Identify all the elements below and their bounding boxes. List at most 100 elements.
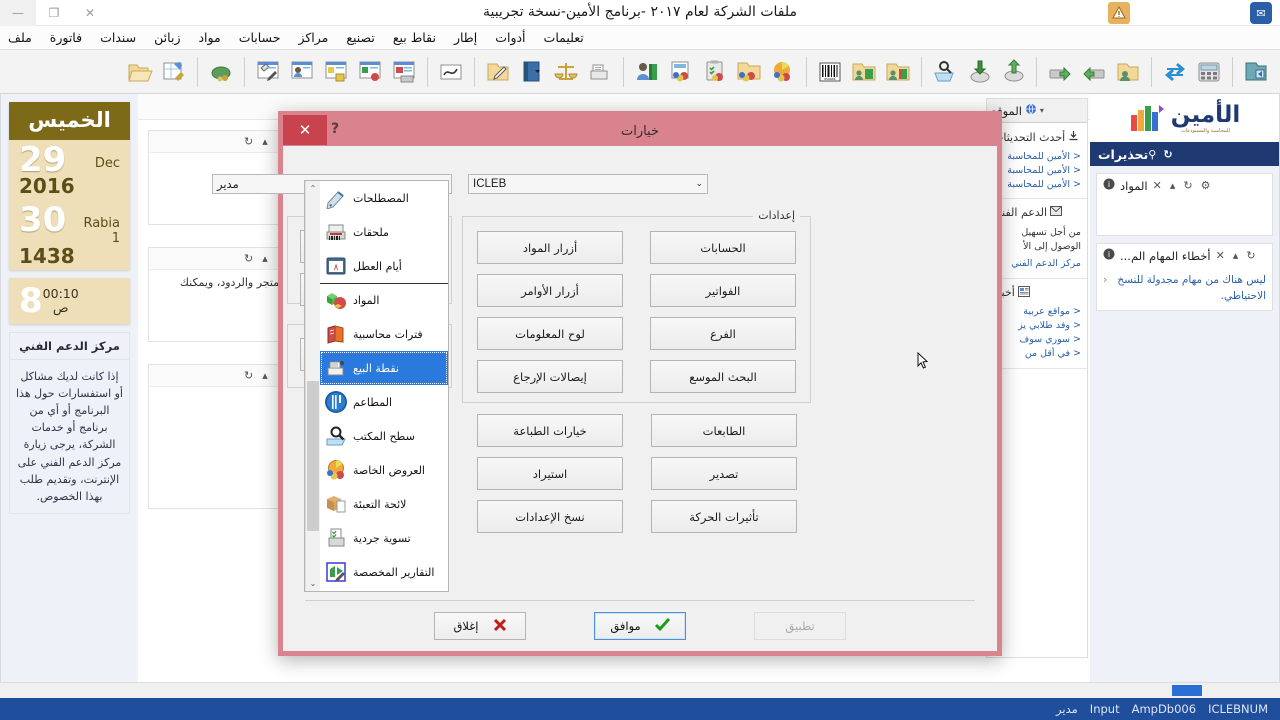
chevron-down-icon[interactable]: ⌄ bbox=[695, 179, 703, 189]
menu-item-centers[interactable]: مراكز bbox=[290, 28, 336, 47]
collapse-icon[interactable]: ▴ bbox=[262, 369, 268, 382]
blue-book-icon[interactable] bbox=[516, 54, 548, 90]
news-link[interactable]: < سوري سوف bbox=[991, 333, 1083, 347]
material-buttons-button[interactable]: أزرار المواد bbox=[477, 231, 623, 264]
extended-search-button[interactable]: البحث الموسع bbox=[650, 360, 796, 393]
pin-icon[interactable]: ⚲ bbox=[1148, 148, 1156, 161]
menu-item-invoice[interactable]: فاتورة bbox=[42, 28, 90, 47]
menu-item-pos[interactable]: نقاط بيع bbox=[385, 28, 444, 47]
refresh-icon[interactable]: ↻ bbox=[1246, 249, 1255, 262]
refresh-icon[interactable]: ↻ bbox=[1183, 179, 1192, 192]
listbox-scrollbar[interactable]: ⌃ ⌄ bbox=[305, 181, 320, 591]
copy-settings-button[interactable]: نسخ الإعدادات bbox=[477, 500, 623, 533]
calculator-icon[interactable] bbox=[1193, 54, 1225, 90]
menu-item-materials[interactable]: مواد bbox=[190, 28, 228, 47]
refresh-icon[interactable]: ↻ bbox=[1163, 148, 1172, 161]
notification-icon[interactable]: ✉ bbox=[1250, 2, 1272, 24]
motion-effects-button[interactable]: تأثيرات الحركة bbox=[651, 500, 797, 533]
close-button[interactable]: إغلاق bbox=[434, 612, 526, 640]
list-item-pos[interactable]: نقطة البيع bbox=[320, 351, 448, 385]
list-item-desktop[interactable]: سطح المكتب bbox=[320, 419, 448, 453]
pie-chart-icon[interactable] bbox=[767, 54, 799, 90]
collapse-icon[interactable]: ▴ bbox=[1170, 179, 1176, 192]
window-box-icon[interactable] bbox=[320, 54, 352, 90]
news-link[interactable]: < في أقل من bbox=[991, 347, 1083, 361]
window-chart-icon[interactable] bbox=[354, 54, 386, 90]
menu-item-window[interactable]: إطار bbox=[446, 28, 485, 47]
collapse-icon[interactable]: ▴ bbox=[262, 135, 268, 148]
taskbar-alert-icon[interactable] bbox=[1108, 2, 1130, 24]
help-icon[interactable]: ? bbox=[331, 121, 339, 137]
branch-button[interactable]: الفرع bbox=[650, 317, 796, 350]
site-link[interactable]: < الأمين للمحاسبة bbox=[991, 163, 1083, 177]
dialog-close-button[interactable]: ✕ bbox=[283, 115, 327, 145]
clipboard-check-icon[interactable] bbox=[699, 54, 731, 90]
list-item-restaurants[interactable]: المطاعم bbox=[320, 385, 448, 419]
usb-export-icon[interactable] bbox=[1044, 54, 1076, 90]
open-folder-2-icon[interactable] bbox=[124, 54, 156, 90]
site-link[interactable]: < الأمين للمحاسبة bbox=[991, 177, 1083, 191]
info-board-button[interactable]: لوح المعلومات bbox=[477, 317, 623, 350]
refresh-icon[interactable]: ↻ bbox=[244, 369, 253, 382]
refresh-icon[interactable] bbox=[1159, 54, 1191, 90]
disk-search-icon[interactable] bbox=[929, 54, 961, 90]
chevron-down-icon[interactable]: ▾ bbox=[1040, 106, 1044, 115]
menu-item-file[interactable]: ملف bbox=[0, 28, 40, 47]
return-receipts-button[interactable]: إيصالات الإرجاع bbox=[477, 360, 623, 393]
category-listbox[interactable]: ⌃ ⌄ المصطلحات ملحقات ٨ أيام العطل المواد… bbox=[304, 180, 449, 592]
close-icon[interactable]: ✕ bbox=[1216, 249, 1225, 262]
list-item-packing-list[interactable]: لائحة التعبئة bbox=[320, 487, 448, 521]
money-bag-icon[interactable] bbox=[205, 54, 237, 90]
menu-item-customers[interactable]: زبائن bbox=[146, 28, 188, 47]
list-item-custom-reports[interactable]: التقارير المخصصة bbox=[320, 555, 448, 589]
list-item-holidays[interactable]: ٨ أيام العطل bbox=[320, 249, 448, 283]
import-button[interactable]: استيراد bbox=[477, 457, 623, 490]
invoices-button[interactable]: الفواتير bbox=[650, 274, 796, 307]
gear-icon[interactable]: ⚙ bbox=[1201, 179, 1211, 192]
window-edit-icon[interactable] bbox=[252, 54, 284, 90]
close-icon[interactable]: ✕ bbox=[1153, 179, 1162, 192]
export-button[interactable]: تصدير bbox=[651, 457, 797, 490]
cash-register-icon[interactable] bbox=[584, 54, 616, 90]
signature-icon[interactable] bbox=[435, 54, 467, 90]
tab-site[interactable]: ▾ الموقع bbox=[987, 99, 1087, 123]
scroll-thumb[interactable] bbox=[307, 381, 319, 531]
menu-item-accounts[interactable]: حسابات bbox=[231, 28, 289, 47]
news-link[interactable]: < مواقع عربية bbox=[991, 305, 1083, 319]
window-print-icon[interactable] bbox=[388, 54, 420, 90]
menu-item-manufacturing[interactable]: تصنيع bbox=[338, 28, 383, 47]
balance-scale-icon[interactable] bbox=[550, 54, 582, 90]
list-item-materials[interactable]: المواد bbox=[320, 283, 448, 317]
folder-edit-icon[interactable] bbox=[482, 54, 514, 90]
scroll-thumb[interactable] bbox=[1172, 685, 1202, 696]
user-folder-icon[interactable] bbox=[1112, 54, 1144, 90]
menu-item-tools[interactable]: أدوات bbox=[487, 28, 533, 47]
users-folder-2-icon[interactable] bbox=[848, 54, 880, 90]
news-link[interactable]: < وفد طلابي يز bbox=[991, 319, 1083, 333]
list-item-special-offers[interactable]: العروض الخاصة bbox=[320, 453, 448, 487]
disk-upload-icon[interactable] bbox=[997, 54, 1029, 90]
users-folder-icon[interactable] bbox=[882, 54, 914, 90]
open-folder-icon[interactable] bbox=[1240, 54, 1272, 90]
print-options-button[interactable]: خيارات الطباعة bbox=[477, 414, 623, 447]
refresh-icon[interactable]: ↻ bbox=[244, 135, 253, 148]
list-item-inventory-adjustment[interactable]: تسوية جردية bbox=[320, 521, 448, 555]
list-item-accounting-periods[interactable]: فترات محاسبية bbox=[320, 317, 448, 351]
ok-button[interactable]: موافق bbox=[594, 612, 686, 640]
company-combobox[interactable]: ⌄ ICLEB bbox=[468, 174, 708, 194]
command-buttons-button[interactable]: أزرار الأوامر bbox=[477, 274, 623, 307]
collapse-icon[interactable]: ▴ bbox=[1233, 249, 1239, 262]
accounts-button[interactable]: الحسابات bbox=[650, 231, 796, 264]
apply-button[interactable]: تطبيق bbox=[754, 612, 846, 640]
site-link[interactable]: < الأمين للمحاسبة bbox=[991, 149, 1083, 163]
list-item-attachments[interactable]: ملحقات bbox=[320, 215, 448, 249]
collapse-icon[interactable]: ▴ bbox=[262, 252, 268, 265]
window-user-icon[interactable] bbox=[286, 54, 318, 90]
menu-item-vouchers[interactable]: سندات bbox=[92, 28, 144, 47]
disk-download-icon[interactable] bbox=[963, 54, 995, 90]
printers-button[interactable]: الطابعات bbox=[651, 414, 797, 447]
list-item-terminology[interactable]: المصطلحات bbox=[320, 181, 448, 215]
refresh-icon[interactable]: ↻ bbox=[244, 252, 253, 265]
scroll-down-arrow[interactable]: ⌄ bbox=[306, 576, 320, 591]
user-book-icon[interactable] bbox=[631, 54, 663, 90]
